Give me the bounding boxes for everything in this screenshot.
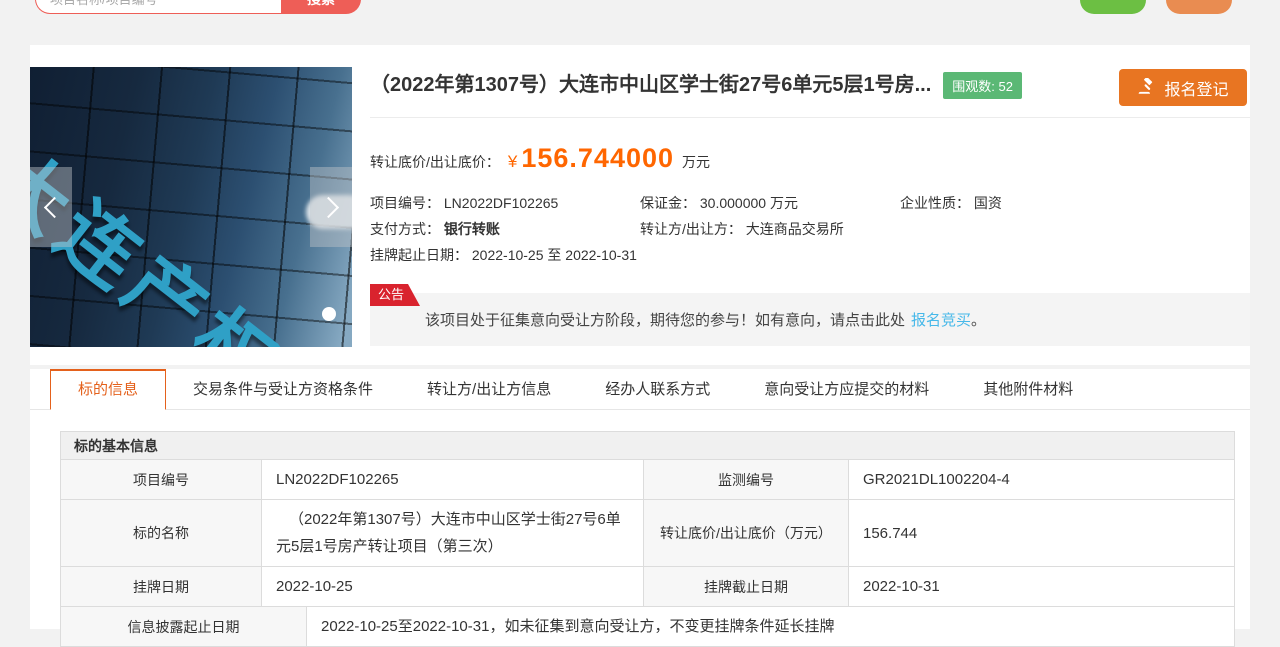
notice-tag: 公告 bbox=[370, 284, 420, 306]
field-unit: 万元 bbox=[769, 195, 798, 211]
field-value: 银行转账 bbox=[443, 221, 500, 237]
field-value: 国资 bbox=[973, 195, 1002, 211]
tab-agent-contact[interactable]: 经办人联系方式 bbox=[578, 369, 737, 409]
table-row: 挂牌日期 2022-10-25 挂牌截止日期 2022-10-31 bbox=[61, 566, 1234, 606]
search-input[interactable] bbox=[35, 0, 281, 14]
field-listing-period: 挂牌起止日期： 2022-10-25 至 2022-10-31 bbox=[370, 245, 637, 265]
title-divider bbox=[370, 117, 1250, 118]
carousel-prev-button[interactable] bbox=[30, 167, 72, 247]
field-transferor: 转让方/出让方： 大连商品交易所 bbox=[640, 219, 844, 239]
table-section-title: 标的基本信息 bbox=[61, 432, 1234, 460]
field-label: 企业性质： bbox=[900, 195, 970, 211]
field-value: 30.000000 bbox=[699, 195, 767, 211]
field-deposit: 保证金： 30.000000 万元 bbox=[640, 193, 798, 213]
field-label: 支付方式： bbox=[370, 221, 440, 237]
detail-section-card: 标的信息 交易条件与受让方资格条件 转让方/出让方信息 经办人联系方式 意向受让… bbox=[30, 369, 1250, 647]
cell-label: 挂牌截止日期 bbox=[643, 567, 848, 606]
notice-suffix: 。 bbox=[971, 312, 987, 329]
search-button[interactable]: 搜索 bbox=[281, 0, 361, 14]
price-unit: 万元 bbox=[682, 154, 711, 170]
cell-label: 项目编号 bbox=[61, 460, 261, 499]
cell-value: 2022-10-25 bbox=[261, 567, 643, 606]
cell-value: 2022-10-25至2022-10-31，如未征集到意向受让方，不变更挂牌条件… bbox=[306, 607, 1234, 646]
field-label: 保证金： bbox=[640, 195, 696, 211]
field-value: LN2022DF102265 bbox=[443, 195, 559, 211]
cell-value: 2022-10-31 bbox=[848, 567, 1234, 606]
price-row: 转让底价/出让底价： ¥ 156.744000 万元 bbox=[370, 143, 710, 174]
field-value: 大连商品交易所 bbox=[745, 221, 844, 237]
price-value: 156.744000 bbox=[521, 143, 675, 173]
views-count-badge: 围观数: 52 bbox=[943, 71, 1022, 99]
cell-value: 156.744 bbox=[848, 500, 1234, 566]
search-bar: 搜索 bbox=[35, 0, 361, 14]
tab-trade-conditions[interactable]: 交易条件与受让方资格条件 bbox=[166, 369, 400, 409]
cell-label: 标的名称 bbox=[61, 500, 261, 566]
carousel-dot-indicator[interactable] bbox=[322, 307, 336, 321]
cell-value: LN2022DF102265 bbox=[261, 460, 643, 499]
currency-symbol: ¥ bbox=[507, 152, 518, 171]
tab-other-attachments[interactable]: 其他附件材料 bbox=[956, 369, 1100, 409]
cell-label: 信息披露起止日期 bbox=[61, 607, 306, 646]
field-project-no: 项目编号： LN2022DF102265 bbox=[370, 193, 558, 213]
tab-transferor-info[interactable]: 转让方/出让方信息 bbox=[400, 369, 578, 409]
image-carousel: 大连产权 bbox=[30, 67, 352, 347]
register-button[interactable]: 报名登记 bbox=[1119, 69, 1247, 106]
subject-basic-info-table: 标的基本信息 项目编号 LN2022DF102265 监测编号 GR2021DL… bbox=[60, 431, 1235, 647]
topbar-orange-button[interactable] bbox=[1166, 0, 1232, 14]
cell-label: 监测编号 bbox=[643, 460, 848, 499]
cell-label: 挂牌日期 bbox=[61, 567, 261, 606]
price-label: 转让底价/出让底价： bbox=[370, 154, 500, 170]
listing-photo: 大连产权 bbox=[30, 67, 352, 347]
table-row: 标的名称 （2022年第1307号）大连市中山区学士街27号6单元5层1号房产转… bbox=[61, 499, 1234, 566]
listing-card: 大连产权 （2022年第1307号）大连市中山区学士街27号6单元5层1号房..… bbox=[30, 45, 1250, 365]
table-row: 项目编号 LN2022DF102265 监测编号 GR2021DL1002204… bbox=[61, 460, 1234, 499]
tab-subject-info[interactable]: 标的信息 bbox=[50, 369, 167, 410]
carousel-next-button[interactable] bbox=[310, 167, 352, 247]
cell-value: GR2021DL1002204-4 bbox=[848, 460, 1234, 499]
tab-required-materials[interactable]: 意向受让方应提交的材料 bbox=[737, 369, 956, 409]
topbar-green-button[interactable] bbox=[1080, 0, 1146, 14]
field-label: 项目编号： bbox=[370, 195, 440, 211]
field-label: 转让方/出让方： bbox=[640, 221, 742, 237]
chevron-left-icon bbox=[43, 196, 65, 218]
field-enterprise-type: 企业性质： 国资 bbox=[900, 193, 1002, 213]
field-value: 2022-10-25 至 2022-10-31 bbox=[471, 247, 637, 263]
listing-title: （2022年第1307号）大连市中山区学士街27号6单元5层1号房... bbox=[370, 74, 932, 96]
field-payment-method: 支付方式： 银行转账 bbox=[370, 219, 500, 239]
tab-bar: 标的信息 交易条件与受让方资格条件 转让方/出让方信息 经办人联系方式 意向受让… bbox=[30, 369, 1250, 410]
table-row: 信息披露起止日期 2022-10-25至2022-10-31，如未征集到意向受让… bbox=[61, 606, 1234, 646]
listing-details: （2022年第1307号）大连市中山区学士街27号6单元5层1号房... 围观数… bbox=[370, 45, 1250, 365]
register-button-label: 报名登记 bbox=[1164, 81, 1229, 99]
gavel-icon bbox=[1139, 78, 1153, 94]
signup-bid-link[interactable]: 报名竞买 bbox=[911, 309, 971, 330]
cell-value: （2022年第1307号）大连市中山区学士街27号6单元5层1号房产转让项目（第… bbox=[261, 500, 643, 566]
notice-text: 该项目处于征集意向受让方阶段，期待您的参与！如有意向，请点击此处 bbox=[425, 312, 906, 329]
notice-box: 公告 该项目处于征集意向受让方阶段，期待您的参与！如有意向，请点击此处 报名竞买… bbox=[370, 284, 1250, 346]
cell-label: 转让底价/出让底价（万元） bbox=[643, 500, 848, 566]
chevron-right-icon bbox=[317, 196, 339, 218]
field-label: 挂牌起止日期： bbox=[370, 247, 468, 263]
